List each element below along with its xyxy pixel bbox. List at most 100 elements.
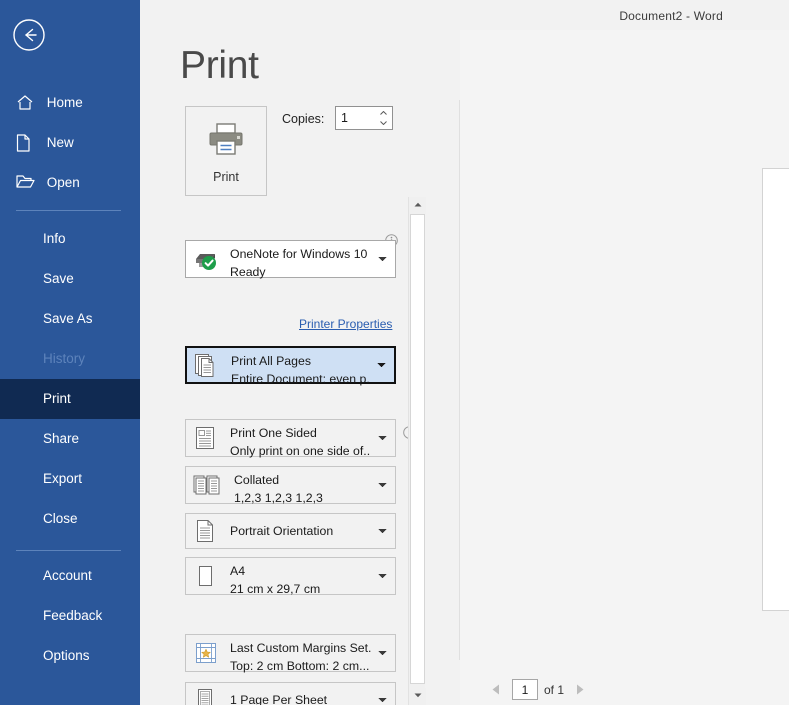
print-range-text: Print All Pages Entire Document: even p.… — [231, 352, 370, 388]
sidebar-item-close[interactable]: Close — [0, 499, 140, 539]
printer-select[interactable]: OneNote for Windows 10 Ready — [185, 240, 396, 279]
sidebar-item-print[interactable]: Print — [0, 379, 140, 419]
document-title: Document2 - Word — [619, 9, 723, 23]
folder-icon — [16, 163, 36, 203]
sidebar-item-label: History — [43, 351, 86, 366]
sidebar-item-label: Close — [43, 511, 78, 526]
title-bar: Document2 - Word — [140, 0, 789, 30]
sidebar-item-label: Account — [43, 568, 92, 583]
one-sided-page-icon — [193, 425, 219, 451]
margins-line1: Last Custom Margins Set... — [230, 641, 371, 655]
sidebar-item-options[interactable]: Options — [0, 636, 140, 676]
chevron-down-icon[interactable] — [378, 528, 387, 534]
print-range-select[interactable]: Print All Pages Entire Document: even p.… — [185, 346, 396, 386]
chevron-down-icon[interactable] — [377, 362, 386, 368]
orientation-select[interactable]: Portrait Orientation — [185, 513, 396, 549]
print-sides-select[interactable]: Print One Sided Only print on one side o… — [185, 419, 396, 458]
sidebar-item-history: History — [0, 339, 140, 379]
page-title: Print — [180, 44, 259, 87]
sidebar-item-label: Options — [43, 648, 90, 663]
paper-size-text: A4 21 cm x 29,7 cm — [230, 562, 371, 598]
sidebar-item-feedback[interactable]: Feedback — [0, 596, 140, 636]
print-sides-line2: Only print on one side of... — [230, 444, 371, 458]
printer-properties-link[interactable]: Printer Properties — [299, 317, 392, 331]
chevron-down-icon[interactable] — [378, 256, 387, 262]
triangle-left-icon[interactable] — [492, 682, 506, 698]
collation-select[interactable]: Collated 1,2,3 1,2,3 1,2,3 — [185, 466, 396, 507]
copies-spinner — [377, 108, 389, 128]
scrollbar-up-button[interactable] — [409, 197, 426, 214]
sidebar-divider-bottom — [16, 550, 121, 551]
print-sides-line1: Print One Sided — [230, 426, 317, 440]
sidebar-item-new[interactable]: New — [0, 123, 140, 163]
print-preview-pane — [460, 30, 789, 705]
scaling-page-icon — [193, 687, 219, 705]
sidebar-item-label: Home — [46, 95, 83, 110]
page-number-field[interactable] — [512, 679, 538, 700]
sidebar-item-label: Export — [43, 471, 83, 486]
sidebar-divider-top — [16, 210, 121, 211]
sidebar-item-label: Share — [43, 431, 80, 446]
print-button-label: Print — [213, 170, 239, 184]
sidebar-item-label: New — [46, 135, 74, 150]
back-arrow-icon[interactable] — [12, 18, 46, 52]
pages-per-sheet-select[interactable]: 1 Page Per Sheet — [185, 682, 396, 705]
copies-label: Copies: — [282, 112, 325, 126]
portrait-page-icon — [193, 518, 219, 544]
margins-text: Last Custom Margins Set... Top: 2 cm Bot… — [230, 639, 371, 675]
chevron-down-icon[interactable] — [378, 435, 387, 441]
home-icon — [16, 83, 36, 123]
paper-size-select[interactable]: A4 21 cm x 29,7 cm — [185, 557, 396, 598]
paper-size-line1: A4 — [230, 564, 246, 578]
sidebar-item-account[interactable]: Account — [0, 556, 140, 596]
print-button[interactable]: Print — [185, 106, 267, 196]
print-range-line2: Entire Document: even p... — [231, 372, 370, 386]
chevron-down-icon[interactable] — [378, 573, 387, 579]
sidebar-item-info[interactable]: Info — [0, 219, 140, 259]
copies-input[interactable] — [336, 107, 378, 129]
margins-star-icon — [193, 640, 219, 666]
copies-stepper[interactable] — [335, 106, 393, 130]
sidebar-item-save[interactable]: Save — [0, 259, 140, 299]
printer-icon — [206, 121, 246, 164]
sidebar-item-open[interactable]: Open — [0, 163, 140, 203]
sidebar-item-label: Info — [43, 231, 66, 246]
scrollbar-down-button[interactable] — [409, 688, 426, 705]
collation-line1: Collated — [234, 473, 280, 487]
triangle-right-icon[interactable] — [576, 682, 590, 698]
chevron-down-icon[interactable] — [378, 482, 387, 488]
sidebar-item-home[interactable]: Home — [0, 83, 140, 123]
page-number-input[interactable] — [513, 680, 537, 699]
scrollbar-thumb[interactable] — [410, 214, 425, 684]
copies-decrement-button[interactable] — [377, 118, 389, 128]
page-count-label: of 1 — [544, 683, 565, 697]
pages-per-sheet-line1: 1 Page Per Sheet — [230, 693, 328, 705]
print-range-line1: Print All Pages — [231, 354, 311, 368]
chevron-down-icon[interactable] — [378, 650, 387, 656]
sidebar-item-label: Feedback — [43, 608, 103, 623]
collation-text: Collated 1,2,3 1,2,3 1,2,3 — [234, 471, 371, 507]
stacked-pages-icon — [194, 352, 220, 378]
sidebar-item-export[interactable]: Export — [0, 459, 140, 499]
settings-scrollbar[interactable] — [408, 197, 426, 705]
sidebar-item-label: Print — [43, 391, 71, 406]
sidebar-item-label: Save As — [43, 311, 93, 326]
copies-increment-button[interactable] — [377, 108, 389, 118]
pages-per-sheet-text: 1 Page Per Sheet — [230, 691, 371, 705]
sidebar-item-save-as[interactable]: Save As — [0, 299, 140, 339]
collation-line2: 1,2,3 1,2,3 1,2,3 — [234, 491, 323, 505]
chevron-down-icon[interactable] — [378, 697, 387, 703]
page-icon — [16, 123, 36, 163]
sidebar-item-share[interactable]: Share — [0, 419, 140, 459]
paper-size-line2: 21 cm x 29,7 cm — [230, 582, 321, 596]
printer-ready-icon — [193, 246, 219, 272]
orientation-text: Portrait Orientation — [230, 522, 371, 540]
orientation-line1: Portrait Orientation — [230, 524, 334, 538]
margins-line2: Top: 2 cm Bottom: 2 cm... — [230, 659, 370, 673]
printer-status: Ready — [230, 265, 266, 279]
sidebar-item-label: Save — [43, 271, 74, 286]
paper-size-icon — [193, 563, 219, 589]
collated-pages-icon — [193, 472, 220, 498]
margins-select[interactable]: Last Custom Margins Set... Top: 2 cm Bot… — [185, 634, 396, 675]
print-backstage-screen: Home New Open Info Save Save As History … — [0, 0, 789, 705]
